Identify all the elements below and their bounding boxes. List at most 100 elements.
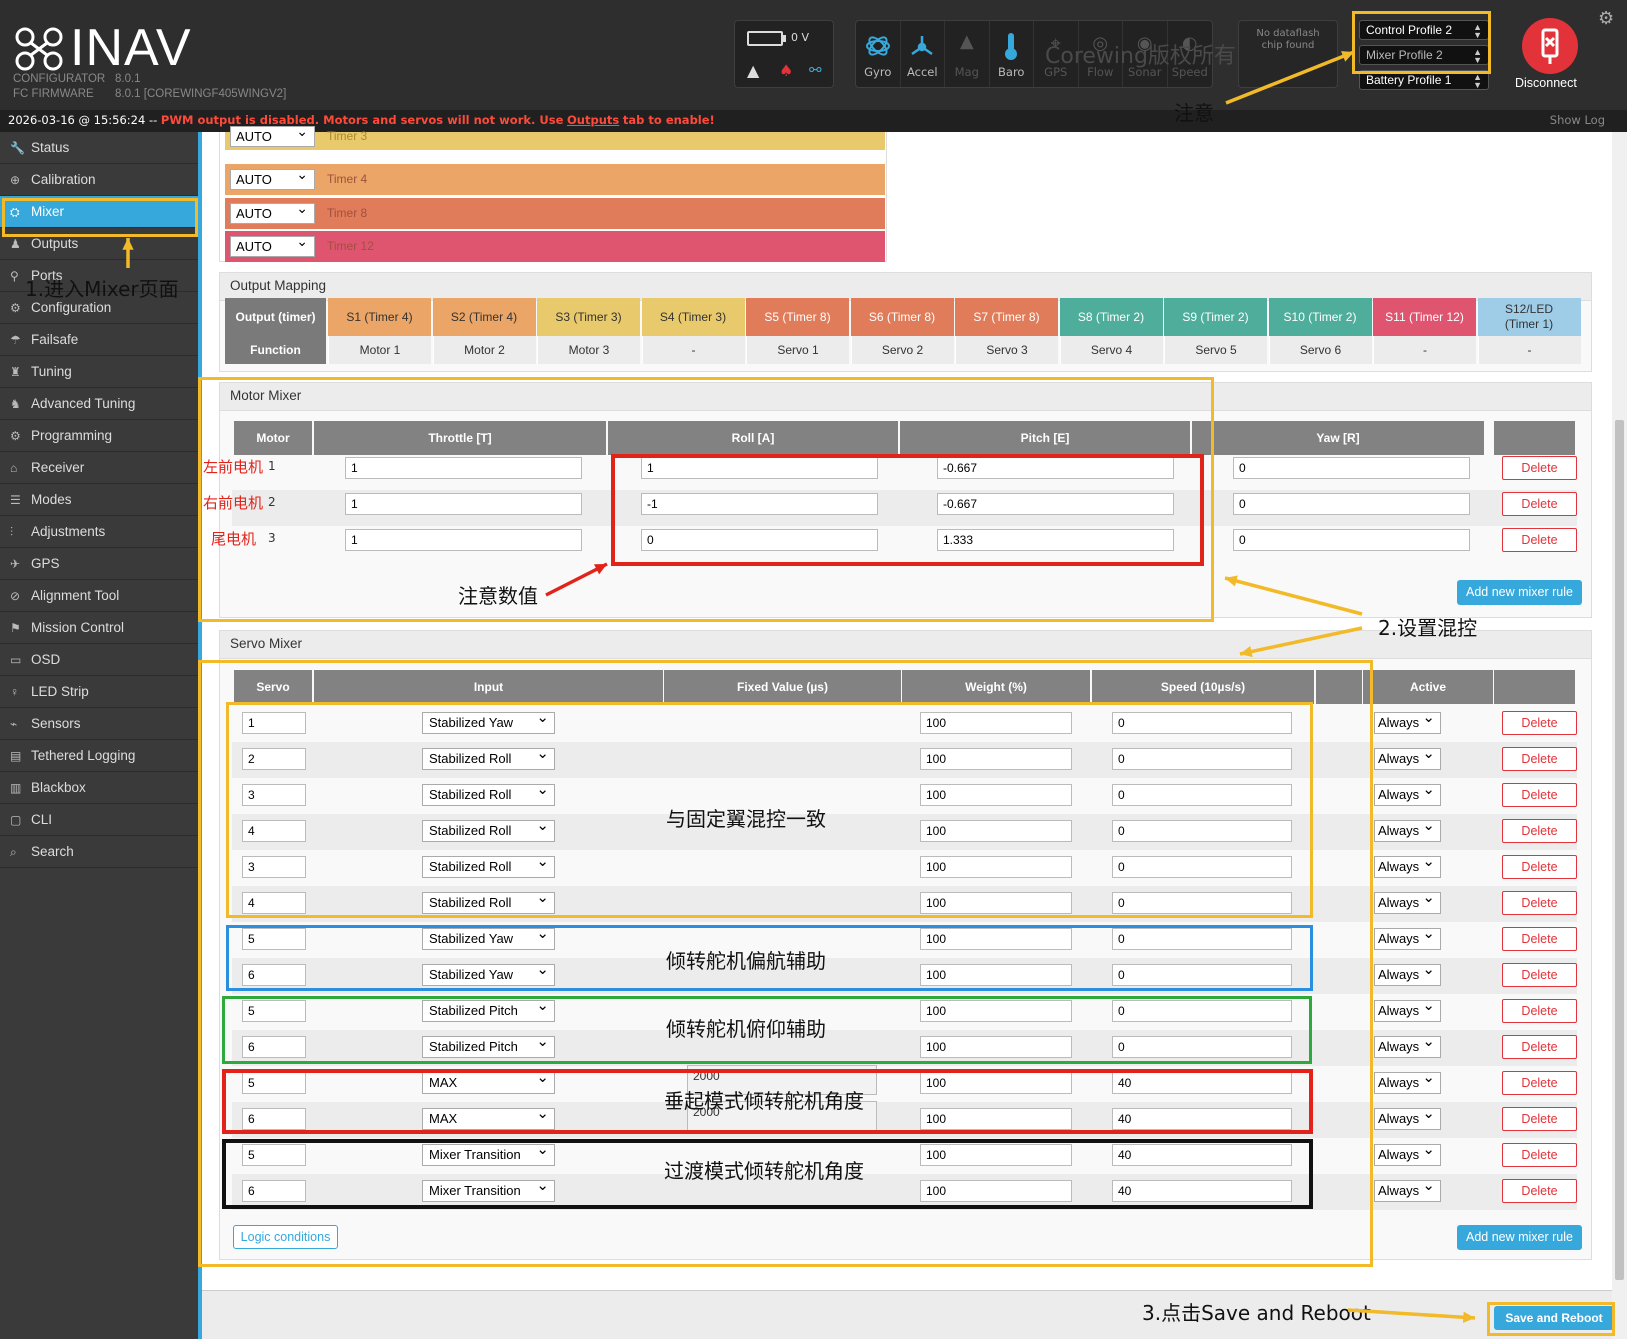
servo-number-input[interactable]: 5 xyxy=(242,1144,306,1166)
servo-input-select[interactable]: Stabilized Pitch xyxy=(422,1033,555,1058)
speed-input[interactable]: 0 xyxy=(1112,748,1292,770)
servo-number-input[interactable]: 6 xyxy=(242,1036,306,1058)
disconnect-button[interactable] xyxy=(1522,18,1578,74)
scrollbar-thumb[interactable] xyxy=(1615,420,1624,1280)
speed-input[interactable]: 0 xyxy=(1112,1036,1292,1058)
delete-servo-rule-button[interactable]: Delete xyxy=(1502,855,1577,879)
servo-number-input[interactable]: 2 xyxy=(242,748,306,770)
servo-number-input[interactable]: 6 xyxy=(242,964,306,986)
servo-number-input[interactable]: 3 xyxy=(242,784,306,806)
delete-servo-rule-button[interactable]: Delete xyxy=(1502,927,1577,951)
settings-gear-icon[interactable]: ⚙ xyxy=(1598,8,1614,29)
servo-input-select[interactable]: MAX xyxy=(422,1069,555,1094)
sidebar-item-calibration[interactable]: ⊕ Calibration xyxy=(0,164,198,196)
active-condition-select[interactable]: Always xyxy=(1374,889,1441,914)
active-condition-select[interactable]: Always xyxy=(1374,853,1441,878)
sidebar-item-adjustments[interactable]: ⫶ Adjustments xyxy=(0,516,198,548)
speed-input[interactable]: 0 xyxy=(1112,1000,1292,1022)
active-condition-select[interactable]: Always xyxy=(1374,745,1441,770)
timer-mode-select[interactable]: AUTO xyxy=(230,165,315,191)
active-condition-select[interactable]: Always xyxy=(1374,961,1441,986)
servo-input-select[interactable]: Stabilized Yaw xyxy=(422,925,555,950)
servo-number-input[interactable]: 3 xyxy=(242,856,306,878)
servo-input-select[interactable]: Stabilized Roll xyxy=(422,853,555,878)
servo-input-select[interactable]: Stabilized Yaw xyxy=(422,709,555,734)
delete-servo-rule-button[interactable]: Delete xyxy=(1502,1143,1577,1167)
speed-input[interactable]: 40 xyxy=(1112,1072,1292,1094)
throttle-input[interactable]: 1 xyxy=(345,493,582,515)
sidebar-item-search[interactable]: ⌕ Search xyxy=(0,836,198,868)
sidebar-item-advanced-tuning[interactable]: ♞ Advanced Tuning xyxy=(0,388,198,420)
servo-input-select[interactable]: Stabilized Yaw xyxy=(422,961,555,986)
speed-input[interactable]: 0 xyxy=(1112,820,1292,842)
speed-input[interactable]: 0 xyxy=(1112,712,1292,734)
weight-input[interactable]: 100 xyxy=(920,928,1072,950)
weight-input[interactable]: 100 xyxy=(920,856,1072,878)
sidebar-item-gps[interactable]: ✈ GPS xyxy=(0,548,198,580)
sidebar-item-led-strip[interactable]: ♀ LED Strip xyxy=(0,676,198,708)
delete-servo-rule-button[interactable]: Delete xyxy=(1502,1035,1577,1059)
delete-servo-rule-button[interactable]: Delete xyxy=(1502,783,1577,807)
delete-servo-rule-button[interactable]: Delete xyxy=(1502,711,1577,735)
timer-mode-select[interactable]: AUTO xyxy=(230,122,315,147)
delete-motor-rule-button[interactable]: Delete xyxy=(1502,528,1577,552)
yaw-input[interactable]: 0 xyxy=(1233,529,1470,551)
delete-servo-rule-button[interactable]: Delete xyxy=(1502,747,1577,771)
sidebar-item-programming[interactable]: ⚙ Programming xyxy=(0,420,198,452)
sidebar-item-receiver[interactable]: ⌂ Receiver xyxy=(0,452,198,484)
servo-input-select[interactable]: MAX xyxy=(422,1105,555,1130)
weight-input[interactable]: 100 xyxy=(920,1072,1072,1094)
servo-number-input[interactable]: 4 xyxy=(242,820,306,842)
servo-input-select[interactable]: Mixer Transition xyxy=(422,1141,555,1166)
speed-input[interactable]: 0 xyxy=(1112,928,1292,950)
servo-number-input[interactable]: 6 xyxy=(242,1108,306,1130)
yaw-input[interactable]: 0 xyxy=(1233,457,1470,479)
servo-input-select[interactable]: Stabilized Roll xyxy=(422,781,555,806)
timer-mode-select[interactable]: AUTO xyxy=(230,199,315,224)
speed-input[interactable]: 0 xyxy=(1112,784,1292,806)
weight-input[interactable]: 100 xyxy=(920,1180,1072,1202)
sidebar-item-sensors[interactable]: ⌁ Sensors xyxy=(0,708,198,740)
logic-conditions-button[interactable]: Logic conditions xyxy=(233,1225,338,1249)
sidebar-item-tuning[interactable]: ♜ Tuning xyxy=(0,356,198,388)
throttle-input[interactable]: 1 xyxy=(345,457,582,479)
delete-servo-rule-button[interactable]: Delete xyxy=(1502,1107,1577,1131)
delete-servo-rule-button[interactable]: Delete xyxy=(1502,891,1577,915)
weight-input[interactable]: 100 xyxy=(920,1108,1072,1130)
weight-input[interactable]: 100 xyxy=(920,1144,1072,1166)
mixer-profile-select[interactable]: Mixer Profile 2 ▲ ▼ xyxy=(1359,45,1489,65)
sidebar-item-blackbox[interactable]: ▥ Blackbox xyxy=(0,772,198,804)
speed-input[interactable]: 0 xyxy=(1112,964,1292,986)
weight-input[interactable]: 100 xyxy=(920,1000,1072,1022)
speed-input[interactable]: 40 xyxy=(1112,1108,1292,1130)
control-profile-select[interactable]: Control Profile 2 ▲ ▼ xyxy=(1359,20,1489,40)
servo-number-input[interactable]: 4 xyxy=(242,892,306,914)
outputs-link[interactable]: Outputs xyxy=(567,113,619,127)
show-log-link[interactable]: Show Log xyxy=(1550,113,1605,127)
timer-mode-select[interactable]: AUTO xyxy=(230,232,315,257)
speed-input[interactable]: 0 xyxy=(1112,856,1292,878)
servo-input-select[interactable]: Stabilized Roll xyxy=(422,817,555,842)
sidebar-item-alignment-tool[interactable]: ⊘ Alignment Tool xyxy=(0,580,198,612)
servo-number-input[interactable]: 5 xyxy=(242,928,306,950)
sidebar-item-cli[interactable]: ▢ CLI xyxy=(0,804,198,836)
pitch-input[interactable]: -0.667 xyxy=(937,457,1174,479)
add-motor-rule-button[interactable]: Add new mixer rule xyxy=(1457,580,1582,605)
active-condition-select[interactable]: Always xyxy=(1374,1177,1441,1202)
add-servo-rule-button[interactable]: Add new mixer rule xyxy=(1457,1225,1582,1250)
servo-number-input[interactable]: 5 xyxy=(242,1072,306,1094)
weight-input[interactable]: 100 xyxy=(920,712,1072,734)
delete-motor-rule-button[interactable]: Delete xyxy=(1502,456,1577,480)
servo-number-input[interactable]: 1 xyxy=(242,712,306,734)
speed-input[interactable]: 0 xyxy=(1112,892,1292,914)
weight-input[interactable]: 100 xyxy=(920,820,1072,842)
battery-profile-select[interactable]: Battery Profile 1 ▲ ▼ xyxy=(1359,70,1489,90)
active-condition-select[interactable]: Always xyxy=(1374,709,1441,734)
servo-input-select[interactable]: Stabilized Roll xyxy=(422,745,555,770)
sidebar-item-failsafe[interactable]: ☂ Failsafe xyxy=(0,324,198,356)
active-condition-select[interactable]: Always xyxy=(1374,1141,1441,1166)
active-condition-select[interactable]: Always xyxy=(1374,997,1441,1022)
sidebar-item-modes[interactable]: ☰ Modes xyxy=(0,484,198,516)
active-condition-select[interactable]: Always xyxy=(1374,925,1441,950)
delete-servo-rule-button[interactable]: Delete xyxy=(1502,819,1577,843)
